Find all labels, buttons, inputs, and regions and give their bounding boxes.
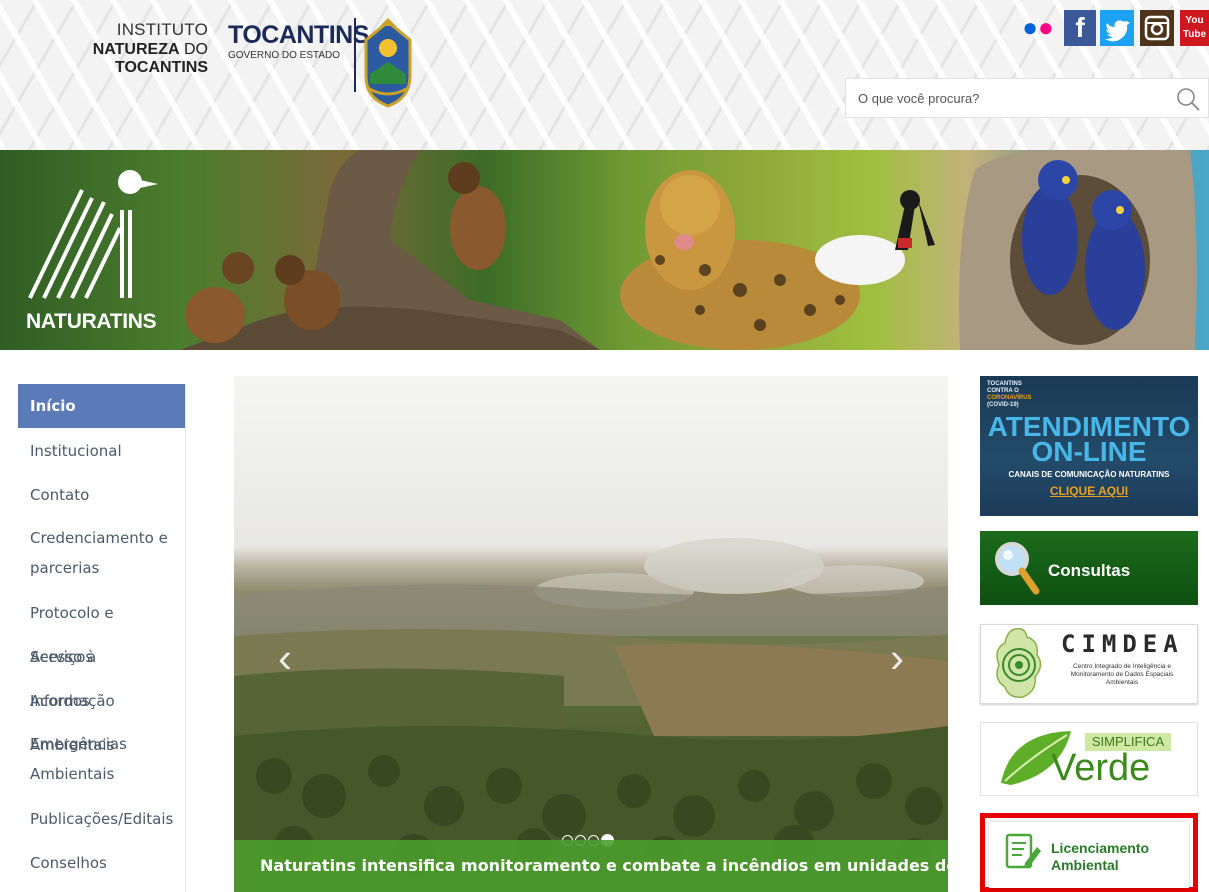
covid-label-line4: (COVID-19) [987, 402, 1019, 408]
verde-label: Verde [1051, 747, 1151, 789]
consultas-label: Consultas [1048, 561, 1131, 580]
cimdea-title: CIMDEA [1061, 630, 1184, 658]
licenciamento-line2: Ambiental [1051, 857, 1119, 873]
covid-label: TOCANTINS CONTRA O CORONAVÍRUS (COVID-19… [987, 381, 1032, 409]
tocantins-map-icon [996, 627, 1042, 699]
covid-label-line1: TOCANTINS [987, 381, 1022, 387]
menu-item-acesso-informacao[interactable]: Acesso à Informação [18, 635, 185, 710]
atendimento-subtitle: CANAIS DE COMUNICAÇÃO NATURATINS [1008, 470, 1170, 479]
wildlife-banner-image [28, 150, 1197, 350]
news-carousel[interactable]: ‹ › Naturatins intensifica monitoramento… [234, 376, 948, 892]
menu-item-credenciamento[interactable]: Credenciamento e parcerias [18, 517, 185, 591]
menu-item-institucional[interactable]: Institucional [18, 429, 185, 473]
carousel-next-button[interactable]: › [882, 637, 912, 679]
atendimento-title-line2: ON-LINE [1031, 436, 1147, 467]
institute-line2: NATUREZA DO TOCANTINS [8, 41, 208, 77]
carousel-caption[interactable]: Naturatins intensifica monitoramento e c… [234, 840, 948, 892]
state-logo[interactable]: TOCANTINS GOVERNO DO ESTADO [228, 18, 369, 92]
licenciamento-ambiental-banner[interactable]: Licenciamento Ambiental [980, 813, 1198, 892]
licenciamento-line1: Licenciamento [1051, 840, 1150, 856]
licenciamento-card: Licenciamento Ambiental [989, 822, 1189, 888]
simplifica-verde-banner[interactable]: SIMPLIFICA Verde [980, 722, 1198, 796]
covid-label-line3: CORONAVÍRUS [987, 395, 1032, 401]
flickr-icon[interactable]: ●● [1020, 10, 1056, 46]
atendimento-cta[interactable]: CLIQUE AQUI [980, 484, 1198, 498]
search-icon[interactable] [1174, 85, 1202, 113]
carousel-slide-image [234, 538, 948, 892]
institute-line1: INSTITUTO [116, 20, 208, 39]
cimdea-subtitle: Centro Integrado de Inteligência e Monit… [1070, 663, 1174, 686]
search-input[interactable] [846, 79, 1166, 117]
sidebar-menu: Início Institucional Contato Credenciame… [18, 384, 186, 892]
covid-label-line2: CONTRA O [987, 388, 1019, 394]
state-sub: GOVERNO DO ESTADO [228, 50, 341, 61]
site-header: INSTITUTO NATUREZA DO TOCANTINS TOCANTIN… [0, 0, 1209, 150]
youtube-icon[interactable]: You Tube [1180, 10, 1209, 46]
menu-item-emergencias[interactable]: Emergências Ambientais [18, 723, 185, 797]
menu-item-contato[interactable]: Contato [18, 473, 185, 517]
licenciamento-label: Licenciamento Ambiental [1051, 840, 1149, 874]
state-crest-icon [364, 18, 412, 108]
magnifier-icon [995, 542, 1040, 595]
cimdea-banner[interactable]: CIMDEA Centro Integrado de Inteligência … [980, 624, 1198, 704]
youtube-line1: You [1185, 15, 1204, 26]
atendimento-online-banner[interactable]: TOCANTINS CONTRA O CORONAVÍRUS (COVID-19… [980, 376, 1198, 516]
menu-item-inicio[interactable]: Início [18, 384, 185, 428]
consultas-banner[interactable]: Consultas [980, 531, 1198, 605]
menu-item-conselhos[interactable]: Conselhos [18, 841, 185, 885]
menu-item-protocolo[interactable]: Protocolo e Serviços [18, 591, 185, 666]
institute-logo[interactable]: INSTITUTO NATUREZA DO TOCANTINS [8, 20, 208, 77]
facebook-icon[interactable]: f [1064, 10, 1096, 46]
institute-word-tocantins: TOCANTINS [114, 59, 208, 76]
menu-item-publicacoes[interactable]: Publicações/Editais [18, 797, 185, 841]
carousel-prev-button[interactable]: ‹ [270, 637, 300, 679]
document-edit-icon [1005, 833, 1041, 869]
twitter-icon[interactable] [1100, 10, 1134, 46]
youtube-line2: Tube [1182, 29, 1207, 40]
logo-divider [354, 18, 356, 92]
state-name: TOCANTINS [228, 21, 369, 49]
search-box [845, 78, 1209, 118]
naturatins-brand[interactable]: NATURATINS [26, 310, 157, 334]
hero-banner: NATURATINS [0, 150, 1209, 350]
institute-word-do: DO [184, 41, 208, 58]
instagram-icon[interactable] [1140, 10, 1174, 46]
institute-word-natureza: NATUREZA [92, 41, 180, 58]
